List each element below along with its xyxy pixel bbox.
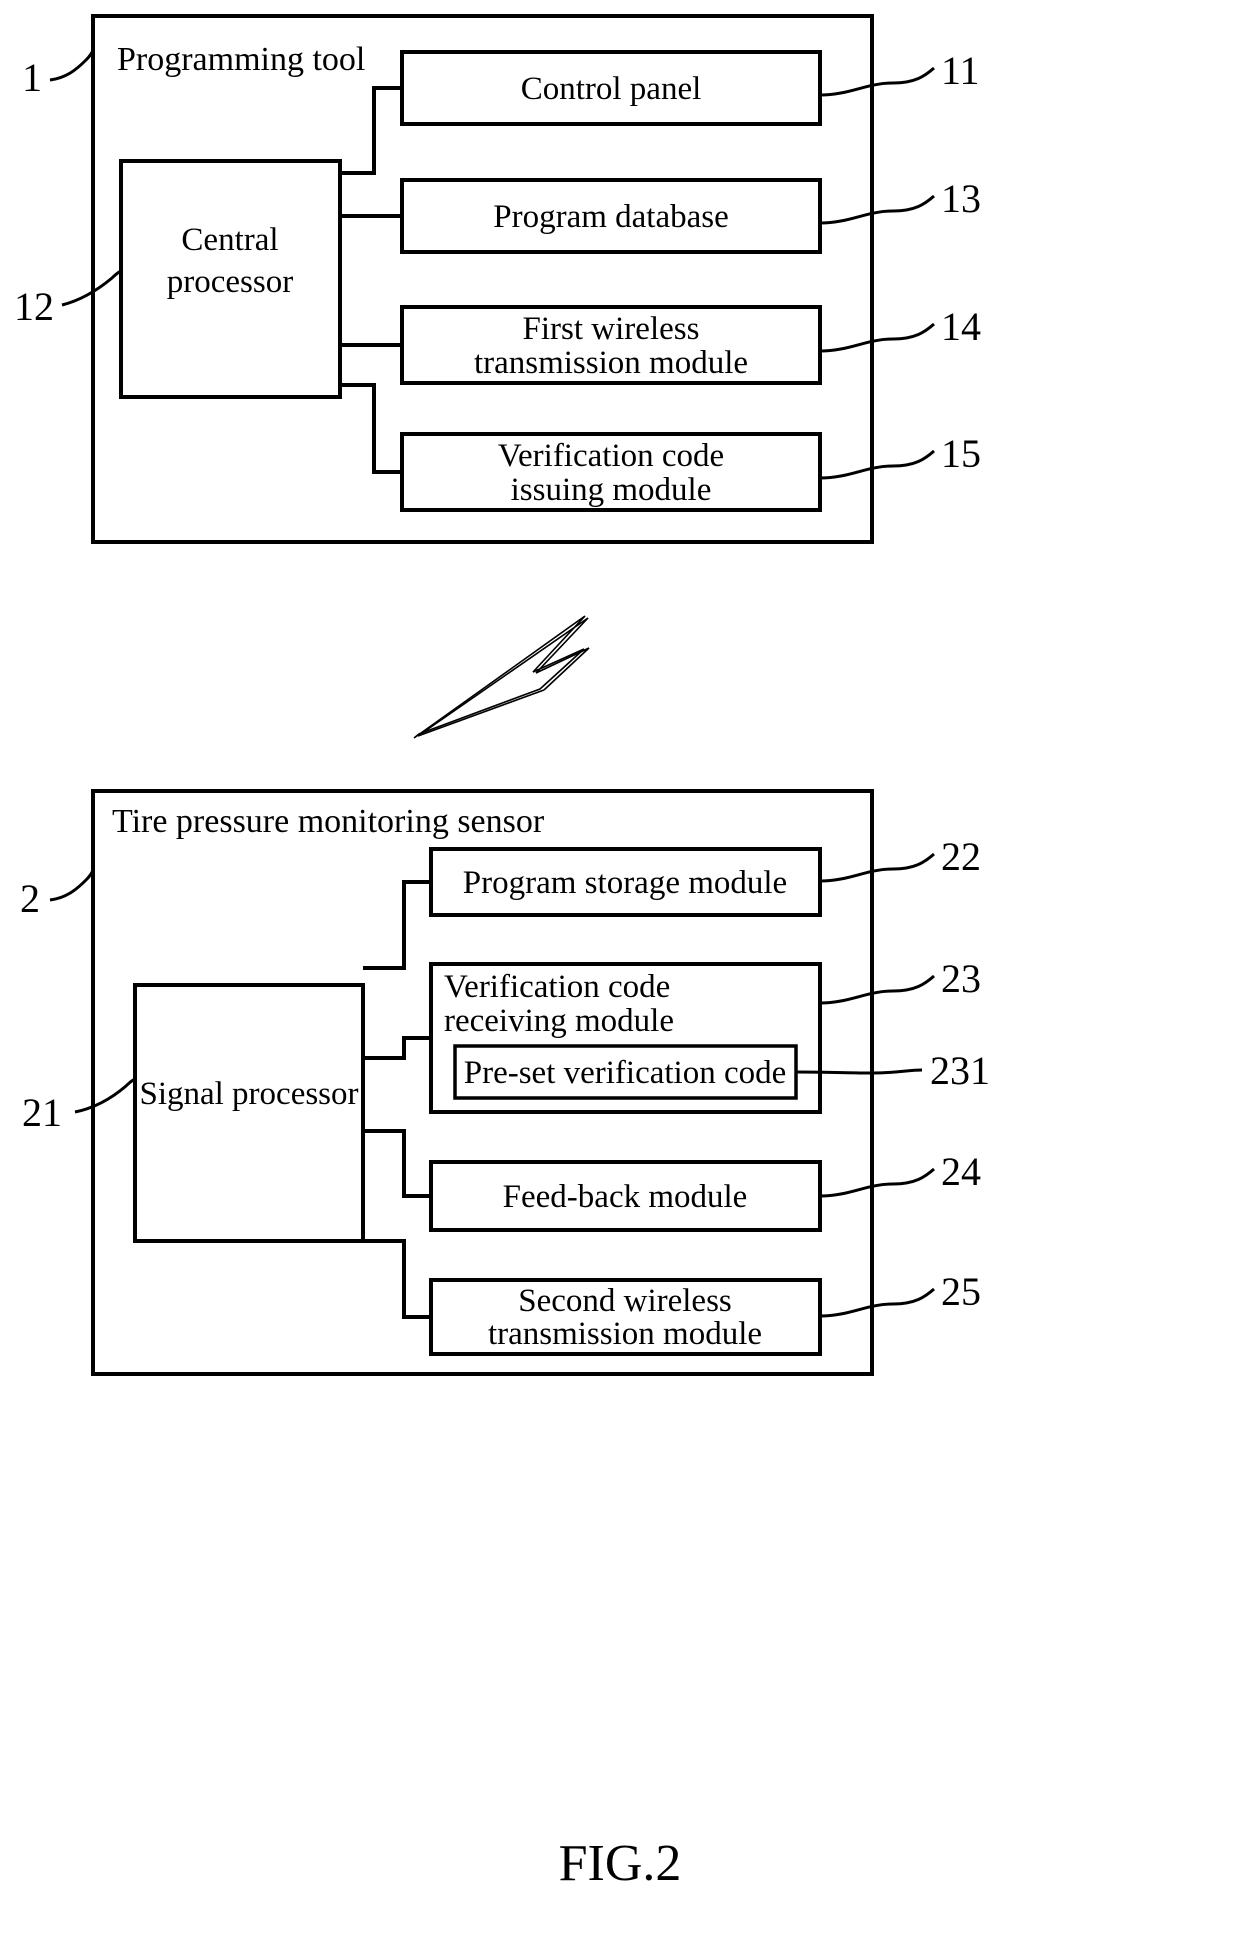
- leader-line-25: [819, 1287, 935, 1318]
- ref-numeral-21: 21: [22, 1090, 62, 1135]
- connector-processor-program-storage: [363, 880, 431, 970]
- leader-line-14: [819, 322, 935, 353]
- leader-line-24: [819, 1167, 935, 1198]
- ref-numeral-23: 23: [941, 956, 981, 1001]
- leader-line-231: [795, 1068, 923, 1075]
- leader-line-13: [819, 194, 935, 225]
- ref-numeral-13: 13: [941, 176, 981, 221]
- ref-numeral-1: 1: [22, 55, 42, 100]
- ref-numeral-24: 24: [941, 1149, 981, 1194]
- ref-numeral-25: 25: [941, 1269, 981, 1314]
- connector-processor-control-panel: [340, 86, 402, 175]
- signal-processor-box: [133, 983, 365, 1243]
- ref-numeral-14: 14: [941, 304, 981, 349]
- verification-issuing-label-line2: issuing module: [511, 472, 712, 508]
- signal-processor-label: Signal processor: [139, 1076, 358, 1112]
- leader-line-22: [819, 852, 935, 883]
- programming-tool-group: Programming tool 1 Central processor 12 …: [14, 14, 981, 544]
- ref-numeral-22: 22: [941, 834, 981, 879]
- wireless-link-bolt-icon: [413, 615, 590, 739]
- ref-numeral-231: 231: [930, 1048, 990, 1093]
- central-processor-label-line2: processor: [167, 264, 293, 300]
- central-processor-label-line1: Central: [181, 222, 278, 258]
- connector-processor-feedback: [363, 1129, 431, 1198]
- second-wireless-label-line1: Second wireless: [518, 1283, 732, 1319]
- second-wireless-label-line2: transmission module: [488, 1316, 762, 1352]
- ref-numeral-15: 15: [941, 431, 981, 476]
- tire-pressure-sensor-title: Tire pressure monitoring sensor: [112, 803, 545, 840]
- verification-receiving-label-line2: receiving module: [444, 1003, 674, 1039]
- leader-line-21: [74, 1077, 136, 1114]
- connector-processor-verification-receiving: [363, 1036, 431, 1060]
- program-storage-label: Program storage module: [463, 865, 787, 901]
- leader-line-11: [819, 66, 935, 97]
- ref-numeral-2: 2: [20, 876, 40, 921]
- ref-numeral-11: 11: [941, 48, 980, 93]
- connector-processor-second-wireless: [363, 1239, 431, 1319]
- leader-line-2: [49, 869, 95, 902]
- figure-caption: FIG.2: [559, 1835, 682, 1892]
- feedback-module-label: Feed-back module: [503, 1179, 748, 1215]
- ref-numeral-12: 12: [14, 284, 54, 329]
- leader-line-15: [819, 449, 935, 480]
- programming-tool-title: Programming tool: [117, 41, 365, 78]
- preset-verification-code-label: Pre-set verification code: [464, 1055, 787, 1091]
- control-panel-label: Control panel: [521, 71, 702, 107]
- connector-processor-verification-issuing: [340, 383, 402, 474]
- leader-line-1: [49, 49, 95, 82]
- patent-figure: Programming tool 1 Central processor 12 …: [0, 0, 1240, 1944]
- first-wireless-label-line1: First wireless: [523, 311, 700, 347]
- program-database-label: Program database: [493, 199, 729, 235]
- first-wireless-label-line2: transmission module: [474, 345, 748, 381]
- verification-receiving-label-line1: Verification code: [444, 969, 670, 1005]
- tire-pressure-sensor-group: Tire pressure monitoring sensor 2 Signal…: [20, 789, 990, 1376]
- leader-line-23: [819, 974, 935, 1005]
- verification-issuing-label-line1: Verification code: [498, 438, 724, 474]
